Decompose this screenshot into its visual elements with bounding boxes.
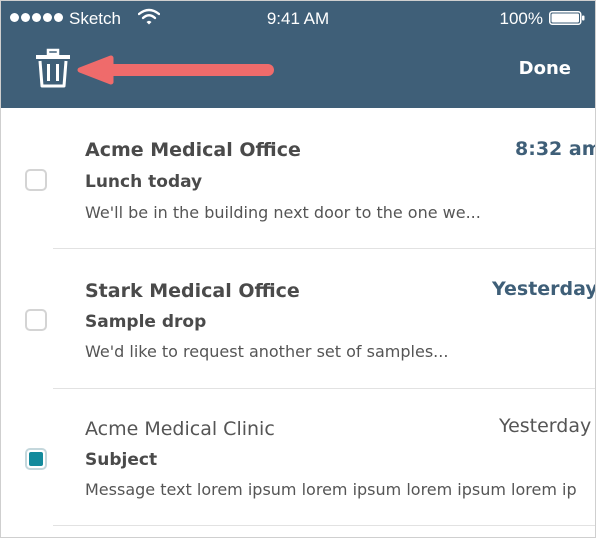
message-subject: Subject	[85, 450, 158, 470]
message-preview: We'll be in the building next door to th…	[85, 203, 481, 222]
message-sender: Acme Medical Clinic	[85, 418, 275, 440]
select-checkbox[interactable]	[25, 309, 47, 331]
message-row[interactable]: Acme Medical Clinic Yesterday Subject Me…	[1, 389, 595, 529]
message-date: Yesterday	[492, 278, 596, 300]
app-frame: Sketch 9:41 AM 100% Done Acme Medical Of…	[0, 0, 596, 538]
message-sender: Stark Medical Office	[85, 280, 300, 302]
message-row[interactable]: Acme Medical Office 8:32 am Lunch today …	[1, 108, 596, 249]
done-button[interactable]: Done	[519, 58, 571, 79]
message-subject: Lunch today	[85, 172, 203, 192]
header-bar: Sketch 9:41 AM 100% Done	[1, 1, 595, 108]
trash-icon[interactable]	[34, 47, 72, 89]
red-arrow-icon	[77, 55, 274, 85]
select-checkbox[interactable]	[25, 448, 47, 470]
message-preview: Message text lorem ipsum lorem ipsum lor…	[85, 480, 577, 499]
battery-icon	[549, 11, 585, 25]
message-sender: Acme Medical Office	[85, 139, 301, 161]
message-row[interactable]: Stark Medical Office Yesterday Sample dr…	[1, 249, 595, 389]
message-date: 8:32 am	[515, 138, 596, 160]
battery-percent: 100%	[499, 9, 543, 28]
message-date: Yesterday	[499, 415, 592, 437]
select-checkbox[interactable]	[25, 169, 47, 191]
message-subject: Sample drop	[85, 312, 207, 332]
row-divider	[53, 525, 595, 526]
message-preview: We'd like to request another set of samp…	[85, 342, 449, 361]
status-bar: Sketch 9:41 AM 100%	[1, 1, 595, 37]
